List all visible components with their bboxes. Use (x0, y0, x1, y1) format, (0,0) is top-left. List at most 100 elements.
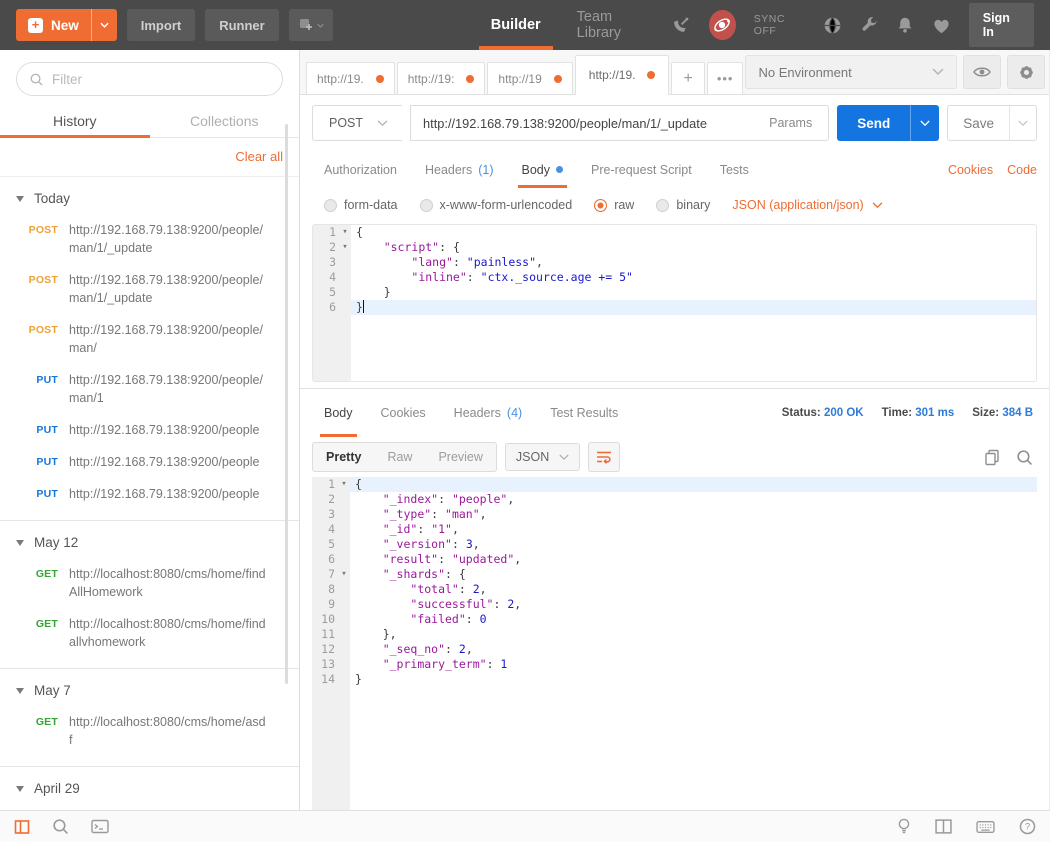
copy-response-button[interactable] (984, 449, 1000, 466)
sign-in-button[interactable]: Sign In (969, 3, 1034, 47)
content-type-select[interactable]: JSON (application/json) (732, 198, 882, 212)
request-method-badge: POST (16, 271, 58, 307)
line-number: 8 (312, 582, 338, 597)
view-pretty-button[interactable]: Pretty (313, 443, 374, 471)
body-mode-binary[interactable]: binary (656, 198, 710, 212)
history-item[interactable]: PUThttp://192.168.79.138:9200/people (0, 478, 299, 510)
tab-label: Authorization (324, 163, 397, 177)
request-tab[interactable]: http://19 (487, 62, 572, 94)
console-button[interactable] (91, 819, 109, 834)
globe-icon[interactable] (823, 16, 842, 35)
code-link[interactable]: Code (1007, 163, 1037, 177)
new-window-button[interactable] (289, 9, 333, 41)
tab-authorization[interactable]: Authorization (324, 151, 397, 188)
clear-all-link[interactable]: Clear all (235, 149, 283, 164)
history-item[interactable]: PUThttp://192.168.79.138:9200/people/man… (0, 364, 299, 414)
more-tabs-button[interactable]: ••• (707, 62, 744, 94)
history-item[interactable]: PUThttp://192.168.79.138:9200/people (0, 414, 299, 446)
code-line: 4 "_id": "1", (312, 522, 1037, 537)
satellite-proxy-icon[interactable] (671, 15, 691, 35)
fold-arrow-icon (338, 537, 350, 552)
environment-select[interactable]: No Environment (745, 55, 957, 89)
send-button[interactable]: Send (837, 105, 939, 141)
send-dropdown-caret[interactable] (910, 105, 939, 141)
body-mode-x-www-form-urlencoded[interactable]: x-www-form-urlencoded (420, 198, 573, 212)
code-line: 12 "_seq_no": 2, (312, 642, 1037, 657)
history-date-label: April 29 (34, 781, 80, 796)
shortcuts-button[interactable] (976, 820, 995, 834)
history-item[interactable]: GEThttp://localhost:8080/cms/home/findvc… (0, 804, 299, 810)
settings-button[interactable] (1007, 55, 1045, 89)
nav-tab-team-library[interactable]: Team Library (559, 0, 671, 50)
history-item[interactable]: POST http://192.168.79.138:9200/people/ma… (0, 264, 299, 314)
wrench-icon[interactable] (860, 16, 878, 34)
view-raw-button[interactable]: Raw (374, 443, 425, 471)
nav-tab-builder[interactable]: Builder (473, 0, 559, 50)
tab-pre-request-script[interactable]: Pre-request Script (591, 151, 692, 188)
toggle-sidebar-button[interactable] (14, 819, 30, 835)
history-item[interactable]: PUThttp://192.168.79.138:9200/people (0, 446, 299, 478)
request-tab[interactable]: http://19. (575, 55, 670, 95)
cookies-link[interactable]: Cookies (948, 163, 993, 177)
request-method-badge: PUT (16, 485, 58, 503)
request-tab[interactable]: http://19: (397, 62, 486, 94)
time-value: 301 ms (915, 407, 954, 419)
request-body-editor[interactable]: 1▾{2▾ "script": {3 "lang": "painless",4 … (312, 224, 1037, 382)
help-button[interactable]: ? (1019, 818, 1036, 835)
code-line: 13 "_primary_term": 1 (312, 657, 1037, 672)
code-text: { (350, 477, 1037, 492)
response-tab-body[interactable]: Body (324, 389, 353, 437)
history-date-header[interactable]: April 29 (0, 767, 299, 804)
sidebar-scrollbar[interactable] (285, 124, 288, 684)
filter-input[interactable] (52, 72, 270, 87)
interceptor-icon[interactable] (709, 10, 736, 40)
response-tab-test-results[interactable]: Test Results (550, 389, 618, 437)
tab-body[interactable]: Body (522, 151, 564, 188)
bell-icon[interactable] (896, 16, 914, 34)
body-mode-raw[interactable]: raw (594, 198, 634, 212)
search-response-button[interactable] (1016, 449, 1033, 466)
tab-tests[interactable]: Tests (720, 151, 749, 188)
params-button[interactable]: Params (753, 116, 828, 130)
body-mode-form-data[interactable]: form-data (324, 198, 398, 212)
history-item[interactable]: GEThttp://localhost:8080/cms/home/findal… (0, 608, 299, 658)
keyboard-icon (976, 820, 995, 834)
runner-button[interactable]: Runner (205, 9, 279, 41)
line-number: 6 (313, 300, 339, 315)
two-pane-view-button[interactable] (935, 819, 952, 834)
wrap-text-button[interactable] (588, 442, 620, 472)
history-date-header[interactable]: May 7 (0, 669, 299, 706)
history-item[interactable]: POSThttp://192.168.79.138:9200/people/ma… (0, 314, 299, 364)
response-body-viewer[interactable]: 1▾{2 "_index": "people",3 "_type": "man"… (312, 477, 1037, 810)
view-preview-button[interactable]: Preview (425, 443, 495, 471)
heart-icon[interactable] (932, 17, 951, 34)
tab-headers[interactable]: Headers(1) (425, 151, 494, 188)
history-date-header[interactable]: May 12 (0, 521, 299, 558)
history-item[interactable]: GEThttp://localhost:8080/cms/home/asdf (0, 706, 299, 756)
import-button[interactable]: Import (127, 9, 195, 41)
response-tab-cookies[interactable]: Cookies (381, 389, 426, 437)
fold-arrow-icon (338, 672, 350, 687)
tab-label: Test Results (550, 406, 618, 420)
environment-quicklook-button[interactable] (963, 55, 1001, 89)
history-item[interactable]: POSThttp://192.168.79.138:9200/people/ma… (0, 214, 299, 264)
new-button[interactable]: + New (16, 9, 117, 41)
code-line: 3 "lang": "painless", (313, 255, 1036, 270)
history-date-header[interactable]: Today (0, 177, 299, 214)
new-dropdown-caret[interactable] (91, 9, 117, 41)
open-new-tab-button[interactable]: + (671, 62, 704, 94)
method-select[interactable]: POST (312, 105, 402, 141)
global-search-button[interactable] (52, 818, 69, 835)
sidebar-tab-history[interactable]: History (0, 104, 150, 137)
tips-button[interactable] (897, 818, 911, 835)
save-dropdown-caret[interactable] (1009, 106, 1036, 140)
request-tab[interactable]: http://19. (306, 62, 395, 94)
save-button[interactable]: Save (947, 105, 1037, 141)
sidebar-tab-collections[interactable]: Collections (150, 104, 300, 137)
history-item[interactable]: GEThttp://localhost:8080/cms/home/findAl… (0, 558, 299, 608)
request-url: http://192.168.79.138:9200/people/man/1/… (69, 271, 267, 307)
response-tab-headers[interactable]: Headers(4) (454, 389, 523, 437)
response-format-select[interactable]: JSON (505, 443, 580, 471)
collapse-triangle-icon (16, 540, 24, 546)
url-input[interactable] (411, 116, 753, 131)
